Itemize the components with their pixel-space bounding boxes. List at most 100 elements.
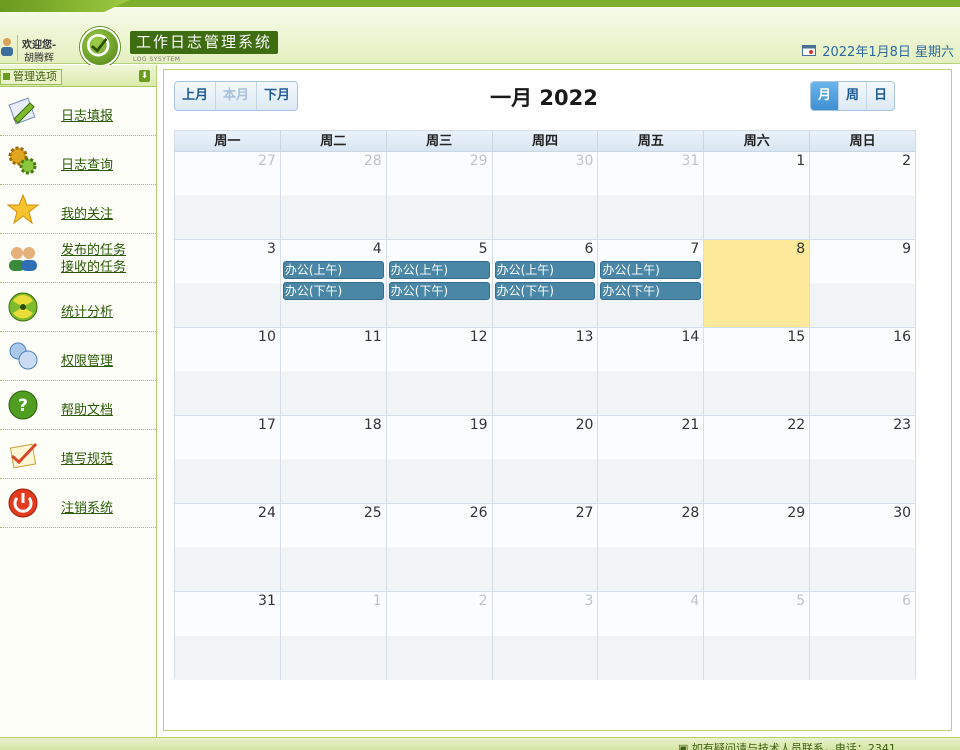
calendar-day[interactable]: 22 [704,416,811,503]
calendar-day[interactable]: 5 [704,592,811,680]
calendar-day[interactable]: 24 [175,504,281,591]
calendar-day[interactable]: 11 [280,328,387,415]
calendar-day[interactable]: 16 [810,328,916,415]
day-number: 26 [469,505,488,521]
calendar-day[interactable]: 1 [280,592,387,680]
footer-contact: ▣ 如有疑问请与技术人员联系，电话：2341 [678,740,896,750]
calendar-day[interactable]: 30 [810,504,916,591]
sidebar-item-rules[interactable]: 填写规范 [0,430,156,479]
calendar-event[interactable]: 办公(下午) [388,282,490,300]
sidebar-item-tasks[interactable]: 发布的任务 接收的任务 [0,234,156,283]
day-number: 4 [690,593,700,609]
day-view-button[interactable]: 日 [867,82,894,110]
calendar-day[interactable]: 4 [598,592,705,680]
app-header: 欢迎您- 胡腾辉 工作日志管理系统 LOG SYSYTEM 2022年1月8日 … [0,0,960,67]
next-month-button[interactable]: 下月 [257,82,297,110]
sidebar-item-label[interactable]: 填写规范 [61,448,113,467]
calendar-day[interactable]: 27 [492,504,599,591]
calendar-day[interactable]: 31 [598,152,705,239]
day-number: 3 [584,593,594,609]
calendar-day[interactable]: 21 [598,416,705,503]
calendar-day[interactable]: 20 [492,416,599,503]
prev-month-button[interactable]: 上月 [175,82,217,110]
calendar-day[interactable]: 28 [598,504,705,591]
sidebar-item-log-entry[interactable]: 日志填报 [0,87,156,136]
day-number: 27 [258,153,276,169]
calendar-day[interactable]: 29 [704,504,811,591]
calendar-day[interactable]: 6 [810,592,916,680]
sidebar-item-label[interactable]: 统计分析 [61,301,113,320]
sidebar-item-label[interactable]: 日志填报 [61,105,113,124]
calendar-day[interactable]: 18 [280,416,387,503]
calendar-day[interactable]: 29 [386,152,493,239]
calendar-day[interactable]: 7 办公(上午) 办公(下午) [598,240,705,327]
calendar-title: 一月 2022 [490,86,598,110]
logo-icon [80,27,120,67]
calendar-day[interactable]: 6 办公(上午) 办公(下午) [492,240,599,327]
sidebar-item-log-query[interactable]: 日志查询 [0,136,156,185]
calendar-day[interactable]: 10 [175,328,281,415]
day-number: 31 [681,153,700,169]
calendar-day-today[interactable]: 8 [704,240,811,327]
day-number: 6 [902,593,912,609]
day-number: 5 [796,593,806,609]
calendar-day[interactable]: 1 [704,152,811,239]
weekday-header: 周五 [598,131,705,151]
gears-icon [8,146,37,175]
view-switch-group: 月 周 日 [810,81,896,111]
sidebar-item-logout[interactable]: 注销系统 [0,479,156,528]
calendar-day[interactable]: 3 [175,240,281,327]
calendar-day[interactable]: 2 [386,592,493,680]
pencil-paper-icon [8,97,36,125]
calendar-day[interactable]: 14 [598,328,705,415]
calendar-week-row: 17 18 19 20 21 22 23 [175,416,916,504]
sidebar-item-label[interactable]: 我的关注 [61,203,113,222]
calendar-event[interactable]: 办公(上午) [388,261,490,279]
calendar-day[interactable]: 30 [492,152,599,239]
radiation-icon [8,292,38,322]
day-number: 15 [787,329,806,345]
calendar-day[interactable]: 28 [280,152,387,239]
calendar-event[interactable]: 办公(上午) [494,261,596,279]
sidebar-item-label[interactable]: 日志查询 [61,154,113,173]
day-number: 12 [469,329,488,345]
calendar-day[interactable]: 27 [175,152,281,239]
calendar-event[interactable]: 办公(上午) [600,261,702,279]
sidebar-item-favorites[interactable]: 我的关注 [0,185,156,234]
calendar-day[interactable]: 23 [810,416,916,503]
calendar-day[interactable]: 15 [704,328,811,415]
calendar-day[interactable]: 2 [810,152,916,239]
help-icon: ? [8,390,38,420]
calendar-day[interactable]: 12 [386,328,493,415]
calendar-day[interactable]: 25 [280,504,387,591]
calendar-event[interactable]: 办公(上午) [282,261,384,279]
sidebar-item-label[interactable]: 注销系统 [61,497,113,516]
calendar-event[interactable]: 办公(下午) [494,282,596,300]
calendar-day[interactable]: 9 [810,240,916,327]
calendar-day[interactable]: 17 [175,416,281,503]
sidebar-item-permissions[interactable]: 权限管理 [0,332,156,381]
day-number: 23 [893,417,912,433]
calendar-day[interactable]: 31 [175,592,281,680]
calendar-day[interactable]: 13 [492,328,599,415]
calendar-event[interactable]: 办公(下午) [282,282,384,300]
calendar-day[interactable]: 26 [386,504,493,591]
sidebar-item-statistics[interactable]: 统计分析 [0,283,156,332]
sidebar-item-received-tasks[interactable]: 接收的任务 [61,256,126,275]
calendar-day[interactable]: 5 办公(上午) 办公(下午) [386,240,493,327]
day-number: 4 [372,241,382,257]
week-view-button[interactable]: 周 [839,82,868,110]
calendar-day[interactable]: 19 [386,416,493,503]
sidebar-item-label[interactable]: 权限管理 [61,350,113,369]
day-number: 11 [363,329,382,345]
sidebar-item-help[interactable]: ? 帮助文档 [0,381,156,430]
weekday-header: 周四 [493,131,599,151]
collapse-arrow-icon[interactable]: ⬇ [139,70,150,82]
calendar-day[interactable]: 3 [492,592,599,680]
calendar-event[interactable]: 办公(下午) [600,282,702,300]
current-month-button[interactable]: 本月 [216,82,258,110]
day-number: 2 [902,153,912,169]
calendar-day[interactable]: 4 办公(上午) 办公(下午) [280,240,387,327]
sidebar-item-label[interactable]: 帮助文档 [61,399,113,418]
month-view-button[interactable]: 月 [811,82,840,110]
